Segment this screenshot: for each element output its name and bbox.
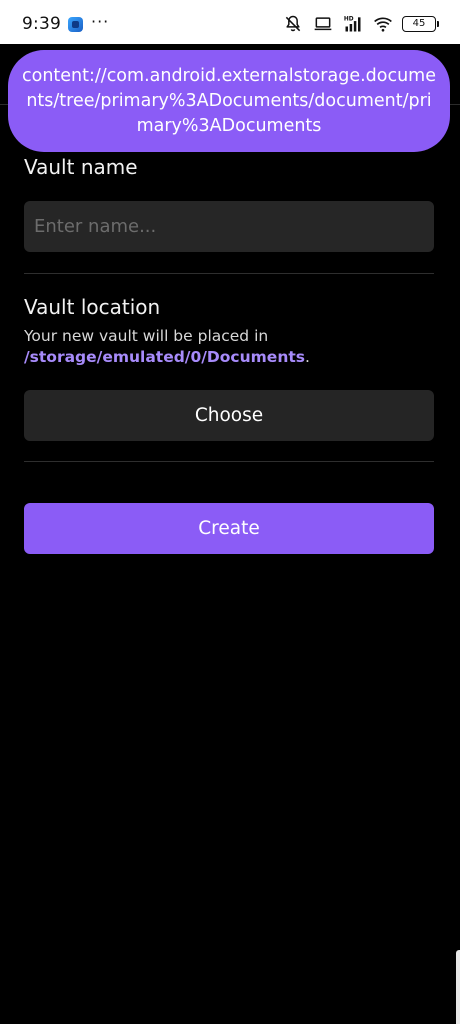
status-bar: 9:39 ··· HD 45: [0, 0, 460, 44]
wifi-icon: [374, 17, 392, 32]
vault-location-label: Vault location: [24, 295, 161, 319]
more-notifications-icon: ···: [91, 12, 110, 31]
vault-name-label: Vault name: [24, 155, 138, 179]
choose-location-button[interactable]: Choose: [24, 390, 434, 441]
section-divider: [24, 273, 434, 274]
vault-location-prefix: Your new vault will be placed in: [24, 327, 269, 345]
status-time: 9:39: [22, 14, 61, 34]
vault-location-description: Your new vault will be placed in /storag…: [24, 326, 444, 368]
laptop-icon: [314, 17, 332, 31]
edge-handle: [456, 950, 460, 1024]
hd-signal-icon: HD: [344, 17, 361, 32]
vault-location-path: /storage/emulated/0/Documents: [24, 348, 305, 366]
svg-text:HD: HD: [344, 17, 354, 23]
status-icons: HD 45: [282, 13, 439, 35]
battery-icon: 45: [402, 16, 439, 32]
toast-message: content://com.android.externalstorage.do…: [8, 50, 450, 152]
app-icon: [68, 17, 83, 32]
vault-location-suffix: .: [304, 348, 310, 366]
vault-name-input[interactable]: [24, 201, 434, 252]
section-divider: [24, 461, 434, 462]
mute-icon: [285, 15, 301, 32]
create-vault-button[interactable]: Create: [24, 503, 434, 554]
